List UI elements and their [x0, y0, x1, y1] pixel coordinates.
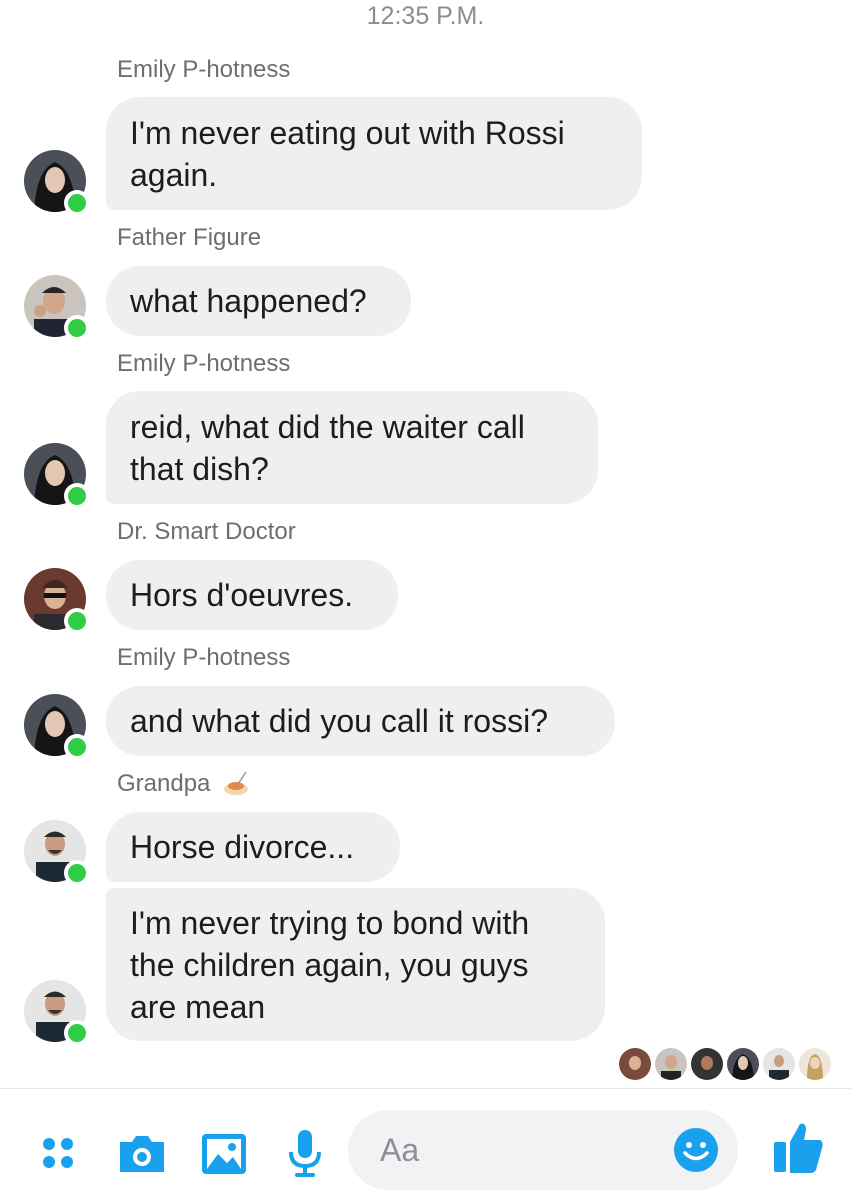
message-input[interactable]: Aa [348, 1110, 738, 1190]
message-bubble[interactable]: what happened? [106, 266, 411, 336]
seen-avatar [655, 1048, 687, 1080]
sender-name: Emily P-hotness [117, 350, 291, 377]
avatar-emily[interactable] [24, 443, 90, 509]
seen-avatar [691, 1048, 723, 1080]
gallery-icon[interactable] [196, 1126, 252, 1182]
sender-name: Father Figure [117, 224, 262, 251]
message-text: Horse divorce... [130, 829, 355, 865]
message-bubble[interactable]: Hors d'oeuvres. [106, 560, 398, 630]
message-bubble[interactable]: I'm never eating out with Rossi again. [106, 97, 642, 210]
sender-name: Emily P-hotness [117, 56, 291, 83]
sender-name-label: Grandpa [117, 770, 211, 797]
sender-name: Dr. Smart Doctor [117, 518, 296, 545]
avatar-grandpa[interactable] [24, 980, 90, 1046]
avatar-grandpa[interactable] [24, 820, 90, 886]
emoji-icon[interactable] [672, 1126, 720, 1174]
thumbs-up-icon[interactable] [768, 1118, 828, 1178]
spaghetti-emoji-icon [224, 771, 249, 795]
message-composer: Aa [0, 1100, 851, 1200]
online-status-icon [64, 1020, 90, 1046]
camera-icon[interactable] [114, 1126, 170, 1182]
seen-avatar [799, 1048, 831, 1080]
sender-name: Emily P-hotness [117, 644, 291, 671]
online-status-icon [64, 190, 90, 216]
message-bubble[interactable]: and what did you call it rossi? [106, 686, 615, 756]
avatar-father-figure[interactable] [24, 275, 90, 341]
message-input-placeholder: Aa [380, 1132, 420, 1168]
seen-avatar [727, 1048, 759, 1080]
avatar-dr-smart-doctor[interactable] [24, 568, 90, 634]
seen-avatar [619, 1048, 651, 1080]
avatar-emily[interactable] [24, 694, 90, 760]
seen-by-avatars [619, 1048, 831, 1080]
message-text: reid, what did the waiter call that dish… [130, 408, 525, 487]
online-status-icon [64, 483, 90, 509]
message-bubble[interactable]: reid, what did the waiter call that dish… [106, 391, 598, 504]
online-status-icon [64, 608, 90, 634]
microphone-icon[interactable] [277, 1126, 333, 1182]
online-status-icon [64, 860, 90, 886]
message-text: and what did you call it rossi? [130, 703, 548, 739]
sender-name: Grandpa [117, 769, 250, 799]
message-bubble[interactable]: I'm never trying to bond with the childr… [106, 888, 605, 1041]
message-text: I'm never trying to bond with the childr… [130, 904, 530, 1025]
message-timestamp: 12:35 P.M. [366, 2, 485, 30]
message-bubble[interactable]: Horse divorce... [106, 812, 400, 882]
avatar-emily[interactable] [24, 150, 90, 216]
message-text: what happened? [130, 283, 367, 319]
composer-divider [0, 1088, 851, 1089]
message-text: I'm never eating out with Rossi again. [130, 114, 565, 193]
message-text: Hors d'oeuvres. [130, 577, 354, 613]
seen-avatar [763, 1048, 795, 1080]
apps-icon[interactable] [33, 1126, 89, 1182]
online-status-icon [64, 734, 90, 760]
online-status-icon [64, 315, 90, 341]
